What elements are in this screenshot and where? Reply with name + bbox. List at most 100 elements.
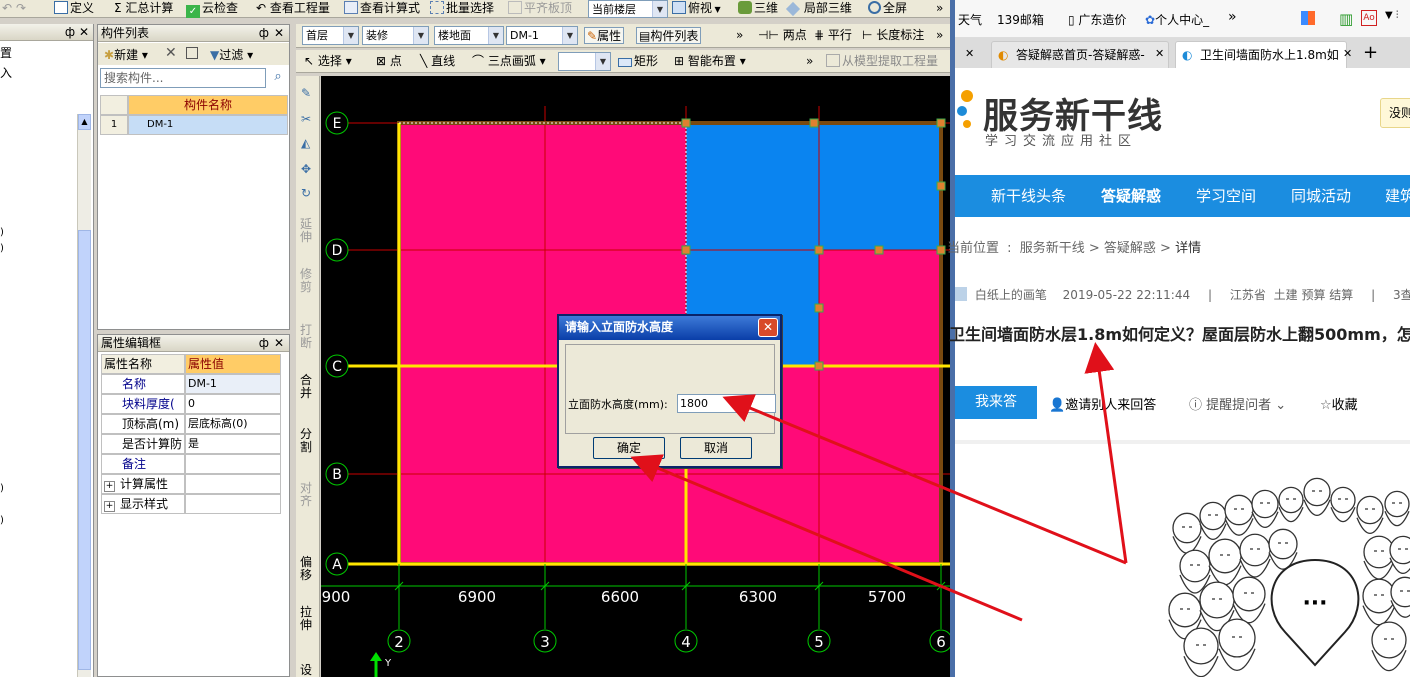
vtool-1[interactable]: 修剪 [300,268,314,294]
dialog-close-button[interactable]: ✕ [758,318,778,337]
toolbar-overflow-icon[interactable]: » [806,53,813,70]
floor-select[interactable]: 当前楼层 ▼ [588,0,668,18]
breadcrumb-link[interactable]: 答疑解惑 [1104,241,1156,256]
expand-icon[interactable]: + [104,501,115,512]
copy-icon[interactable] [186,47,198,59]
table-row[interactable]: 1 DM-1 [100,115,288,135]
mirror-icon[interactable]: ◭ [301,136,310,150]
component-list-button[interactable]: ▤构件列表 [636,27,702,44]
arc-option-dropdown[interactable]: ▼ [558,52,611,71]
search-icon[interactable]: ⌕ [269,69,287,87]
login-button[interactable]: 没则 [1380,98,1410,128]
left-tab-close-icon[interactable]: ✕ [965,47,974,60]
bookmark-item[interactable]: 天气 [958,11,982,28]
select-button[interactable]: ↖ 选择 ▾ [304,53,352,70]
property-row[interactable]: + 计算属性 [101,474,281,494]
close-icon[interactable]: ✕ [79,25,89,39]
pin-icon[interactable]: ф [259,335,269,352]
point-button[interactable]: ⊠ 点 [376,53,402,70]
smart-layout-button[interactable]: ⊞ 智能布置 ▾ [674,53,746,70]
new-button[interactable]: ✱新建 ▾ [104,46,148,63]
toolbar-overflow-icon[interactable]: » [736,27,743,44]
answer-button[interactable]: 我来答 [955,386,1037,419]
tree-item[interactable]: 入 [0,64,12,81]
close-icon[interactable]: ✕ [274,25,284,42]
subtype-dropdown[interactable]: 楼地面 ▼ [434,26,504,45]
pdf-icon[interactable]: Ao [1361,10,1377,26]
batch-select-button[interactable]: 批量选择 [430,0,494,17]
cancel-button[interactable]: 取消 [680,437,752,459]
invite-button[interactable]: 👤邀请别人来回答 [1049,394,1156,413]
rectangle-button[interactable]: 矩形 [618,53,658,70]
property-value[interactable]: 层底标高(0) [185,414,281,434]
type-dropdown[interactable]: 装修 ▼ [362,26,429,45]
view-quantity-button[interactable]: ↶ 查看工程量 [256,0,330,17]
pin-icon[interactable]: ф [65,25,75,39]
component-search-input[interactable]: 搜索构件... [100,68,266,88]
filter-button[interactable]: ▼过滤 ▾ [210,46,253,63]
property-row[interactable]: 备注 [101,454,281,474]
delete-icon[interactable]: ✕ [165,45,177,61]
vtool-8[interactable]: 设 [300,664,314,677]
expand-icon[interactable]: + [104,481,115,492]
favorite-button[interactable]: ☆收藏 [1320,394,1358,413]
vtool-3[interactable]: 合并 [300,374,314,400]
line-button[interactable]: ╲ 直线 [420,53,455,70]
property-row[interactable]: 名称 DM-1 [101,374,281,394]
nav-item-qa[interactable]: 答疑解惑 [1101,175,1161,217]
redo-icon[interactable]: ↷ [16,0,26,17]
property-row[interactable]: + 显示样式 [101,494,281,514]
nav-item-construction[interactable]: 建筑 [1385,175,1410,217]
scroll-thumb[interactable] [78,230,91,670]
tree-item[interactable]: 置 [0,44,12,61]
extract-quantity-button[interactable]: 从模型提取工程量 [826,53,938,70]
browser-tab[interactable]: ◐ 答疑解惑首页-答疑解惑- [991,41,1169,68]
scissor-icon[interactable]: ✂ [301,112,311,126]
move-icon[interactable]: ✥ [301,162,311,176]
property-row[interactable]: 是否计算防是 [101,434,281,454]
question-author[interactable]: 白纸上的画笔 [975,288,1047,302]
arc-button[interactable]: ⌒ 三点画弧 ▾ [472,53,546,70]
pencil-icon[interactable]: ✎ [301,86,311,100]
user-avatar-icon[interactable] [955,287,967,301]
vertical-scrollbar[interactable]: ▲ [77,114,91,677]
nav-item-learning[interactable]: 学习空间 [1196,175,1256,217]
vtool-7[interactable]: 拉伸 [300,606,314,632]
dialog-titlebar[interactable]: 请输入立面防水高度 [559,316,780,340]
bookmark-item[interactable]: ✿个人中心_ [1145,11,1209,28]
local-3d-button[interactable]: 局部三维 [785,0,852,17]
browser-tab-active[interactable]: ◐ 卫生间墙面防水上1.8m如 [1175,41,1347,68]
property-value[interactable]: 0 [185,394,281,414]
component-dropdown[interactable]: DM-1 ▼ [506,26,578,45]
property-value[interactable] [185,494,281,514]
scroll-up-button[interactable]: ▲ [78,114,91,130]
breadcrumb-link[interactable]: 服务新干线 [1020,241,1085,256]
properties-button[interactable]: ✎属性 [584,27,625,44]
property-row[interactable]: 顶标高(m) 层底标高(0) [101,414,281,434]
pin-icon[interactable]: ф [259,25,269,42]
fullscreen-button[interactable]: 全屏 [868,0,907,17]
tab-close-icon[interactable]: ✕ [1155,47,1164,60]
cloud-check-button[interactable]: ✓ 云检查 [186,0,238,18]
vtool-6[interactable]: 偏移 [300,556,314,582]
floor-dropdown[interactable]: 首层 ▼ [302,26,359,45]
column-header[interactable]: 构件名称 [128,95,288,115]
two-point-button[interactable]: ⊣⊢ 两点 [758,27,807,44]
undo-icon[interactable]: ↶ [2,0,12,17]
nav-item-events[interactable]: 同城活动 [1291,175,1351,217]
bookmark-item[interactable]: 139邮箱 [997,11,1044,28]
property-value[interactable] [185,474,281,494]
define-button[interactable]: 定义 [54,0,94,17]
parallel-button[interactable]: ⋕ 平行 [814,27,852,44]
toolbar-overflow-icon[interactable]: » [936,0,943,17]
property-row[interactable]: 块料厚度(0 [101,394,281,414]
vtool-4[interactable]: 分割 [300,428,314,454]
close-icon[interactable]: ✕ [274,335,284,352]
sum-button[interactable]: Σ 汇总计算 [114,0,173,17]
bookmark-item[interactable]: ▯ 广东造价 [1068,11,1126,28]
ok-button[interactable]: 确定 [593,437,665,459]
menu-icon[interactable]: ▼ ⫶ [1385,10,1398,21]
height-input[interactable]: 1800 [677,394,776,413]
align-slab-top-button[interactable]: 平齐板顶 [508,0,572,17]
top-view-button[interactable]: 俯视 ▼ [672,0,721,17]
